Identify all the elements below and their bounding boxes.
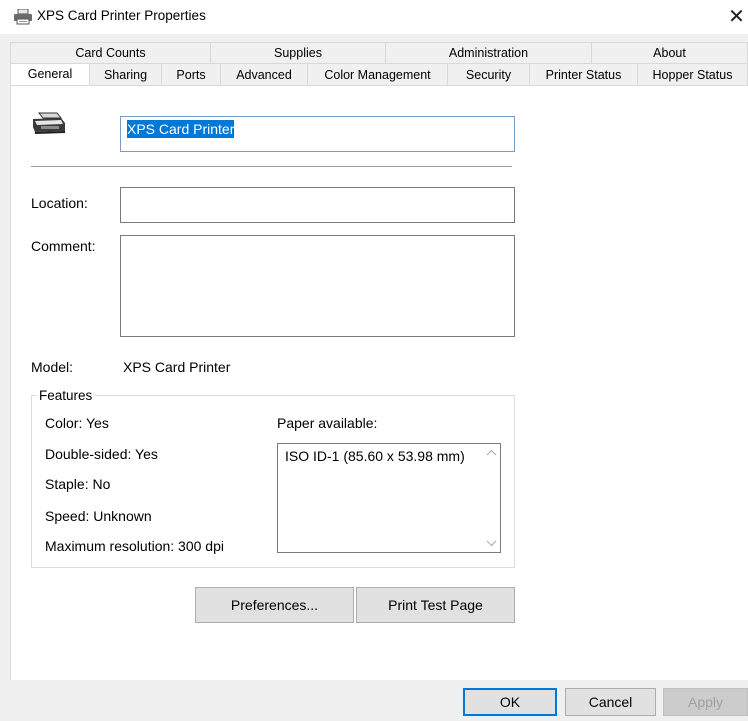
tab-row-front: General Sharing Ports Advanced Color Man… — [10, 63, 748, 86]
tab-printer-status[interactable]: Printer Status — [530, 63, 638, 85]
tab-administration[interactable]: Administration — [386, 42, 592, 63]
list-item[interactable]: ISO ID-1 (85.60 x 53.98 mm) — [285, 448, 465, 464]
feature-color: Color: Yes — [45, 415, 109, 431]
tab-security[interactable]: Security — [448, 63, 530, 85]
tab-hopper-status[interactable]: Hopper Status — [638, 63, 748, 85]
close-button[interactable]: ✕ — [725, 4, 748, 30]
model-value: XPS Card Printer — [123, 359, 231, 375]
tab-row-back: Card Counts Supplies Administration Abou… — [10, 42, 748, 63]
scrollbar[interactable] — [483, 444, 500, 552]
cancel-button[interactable]: Cancel — [565, 688, 656, 716]
paper-available-label: Paper available: — [277, 415, 378, 431]
tab-about[interactable]: About — [592, 42, 748, 63]
title-bar: XPS Card Printer Properties ✕ — [0, 0, 748, 34]
tab-supplies[interactable]: Supplies — [211, 42, 386, 63]
tab-card-counts[interactable]: Card Counts — [10, 42, 211, 63]
tab-sharing[interactable]: Sharing — [90, 63, 162, 85]
preferences-button[interactable]: Preferences... — [195, 587, 354, 623]
feature-staple: Staple: No — [45, 476, 111, 492]
printer-icon — [31, 111, 67, 137]
comment-textarea[interactable] — [120, 235, 515, 337]
printer-name-input[interactable]: XPS Card Printer — [120, 116, 515, 152]
tab-general[interactable]: General — [10, 63, 90, 85]
tab-strip: Card Counts Supplies Administration Abou… — [10, 42, 748, 86]
location-input[interactable] — [120, 187, 515, 223]
apply-button[interactable]: Apply — [663, 688, 748, 716]
ok-button[interactable]: OK — [463, 688, 557, 716]
printer-name-text: XPS Card Printer — [127, 120, 235, 138]
tab-advanced[interactable]: Advanced — [221, 63, 308, 85]
window-title: XPS Card Printer Properties — [37, 8, 206, 23]
location-label: Location: — [31, 195, 88, 211]
feature-speed: Speed: Unknown — [45, 508, 152, 524]
feature-double-sided: Double-sided: Yes — [45, 446, 158, 462]
printer-icon — [13, 8, 33, 25]
print-test-page-button[interactable]: Print Test Page — [356, 587, 515, 623]
tab-color-management[interactable]: Color Management — [308, 63, 448, 85]
feature-max-resolution: Maximum resolution: 300 dpi — [45, 538, 224, 554]
model-label: Model: — [31, 359, 74, 375]
comment-label: Comment: — [31, 238, 96, 254]
chevron-down-icon[interactable] — [483, 535, 500, 552]
chevron-up-icon[interactable] — [483, 444, 500, 461]
divider — [31, 166, 512, 167]
features-title: Features — [37, 388, 95, 403]
paper-list[interactable]: ISO ID-1 (85.60 x 53.98 mm) — [277, 443, 501, 553]
tab-ports[interactable]: Ports — [162, 63, 221, 85]
